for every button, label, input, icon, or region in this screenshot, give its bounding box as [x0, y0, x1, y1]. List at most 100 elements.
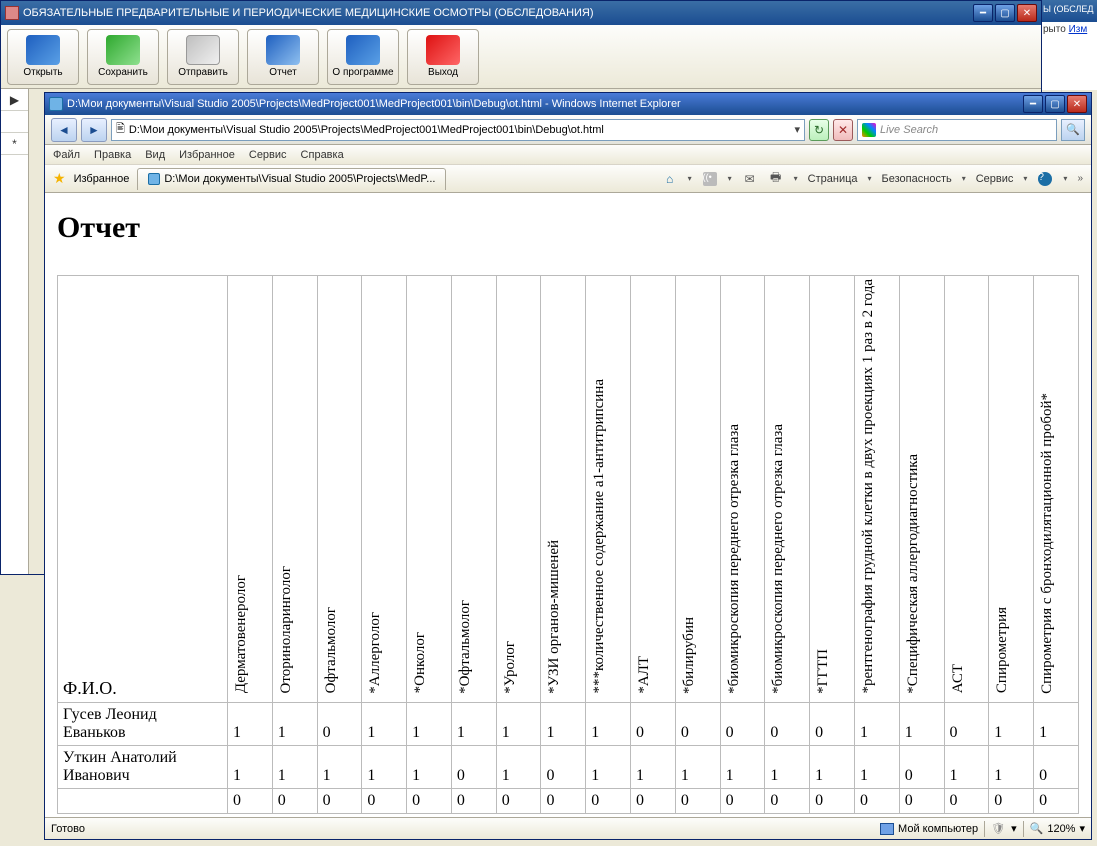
value-cell: 1: [989, 702, 1034, 745]
maximize-button[interactable]: ▢: [995, 4, 1015, 22]
live-search-icon: [862, 123, 876, 137]
column-header: *УЗИ органов-мишеней: [541, 276, 586, 703]
value-cell: 0: [675, 702, 720, 745]
value-cell: 1: [989, 745, 1034, 788]
column-header: *Офтальмолог: [451, 276, 496, 703]
rss-icon[interactable]: ((•: [702, 171, 718, 187]
column-header: *Уролог: [496, 276, 541, 703]
menu-tools[interactable]: Сервис: [249, 149, 287, 161]
forward-button[interactable]: ►: [81, 118, 107, 142]
back-button[interactable]: ◄: [51, 118, 77, 142]
address-bar[interactable]: 🖹 D:\Мои документы\Visual Studio 2005\Pr…: [111, 119, 805, 141]
value-cell: 0: [272, 788, 317, 813]
save-label: Сохранить: [98, 67, 148, 78]
status-ready: Готово: [51, 823, 85, 835]
address-dropdown-icon[interactable]: ▾: [794, 123, 800, 136]
value-cell: 0: [944, 788, 989, 813]
menu-view[interactable]: Вид: [145, 149, 165, 161]
value-cell: 1: [586, 702, 631, 745]
security-zone[interactable]: Мой компьютер: [880, 823, 978, 835]
value-cell: 1: [228, 702, 273, 745]
app-toolbar: Открыть Сохранить Отправить Отчет О прог…: [1, 25, 1041, 89]
search-input[interactable]: Live Search: [857, 119, 1057, 141]
help-icon[interactable]: ?: [1037, 171, 1053, 187]
row-marker[interactable]: [1, 111, 28, 133]
row-marker[interactable]: *: [1, 133, 28, 155]
value-cell: 1: [228, 745, 273, 788]
value-cell: 0: [541, 745, 586, 788]
value-cell: 0: [810, 702, 855, 745]
table-row: 0000000000000000000: [58, 788, 1079, 813]
search-go-button[interactable]: 🔍: [1061, 119, 1085, 141]
ie-maximize-button[interactable]: ▢: [1045, 95, 1065, 113]
tools-menu[interactable]: Сервис: [976, 173, 1014, 185]
value-cell: 0: [451, 788, 496, 813]
computer-icon: [880, 823, 894, 835]
stop-button[interactable]: ✕: [833, 119, 853, 141]
fio-cell: Уткин Анатолий Иванович: [58, 745, 228, 788]
home-icon[interactable]: ⌂: [662, 171, 678, 187]
open-button[interactable]: Открыть: [7, 29, 79, 85]
menu-help[interactable]: Справка: [301, 149, 344, 161]
column-header: Спирометрия с бронходилятационной пробой…: [1034, 276, 1079, 703]
about-button[interactable]: О программе: [327, 29, 399, 85]
favorites-star-icon[interactable]: ★: [53, 170, 66, 187]
refresh-button[interactable]: ↻: [809, 119, 829, 141]
search-placeholder: Live Search: [880, 124, 938, 136]
column-header: *Специфическая аллергодиагностика: [899, 276, 944, 703]
value-cell: 1: [854, 745, 899, 788]
minimize-button[interactable]: ━: [973, 4, 993, 22]
value-cell: 0: [720, 788, 765, 813]
value-cell: 0: [810, 788, 855, 813]
value-cell: 1: [317, 745, 362, 788]
overflow-chevron-icon[interactable]: »: [1077, 173, 1083, 184]
fio-header: Ф.И.О.: [58, 276, 228, 703]
app-titlebar: ОБЯЗАТЕЛЬНЫЕ ПРЕДВАРИТЕЛЬНЫЕ И ПЕРИОДИЧЕ…: [1, 1, 1041, 25]
menu-favorites[interactable]: Избранное: [179, 149, 235, 161]
ie-window: D:\Мои документы\Visual Studio 2005\Proj…: [44, 92, 1092, 840]
favorites-label[interactable]: Избранное: [74, 173, 130, 185]
bg-title: Ы (ОБСЛЕД: [1041, 0, 1097, 22]
value-cell: 1: [675, 745, 720, 788]
about-label: О программе: [332, 67, 393, 78]
exit-button[interactable]: Выход: [407, 29, 479, 85]
ie-navbar: ◄ ► 🖹 D:\Мои документы\Visual Studio 200…: [45, 115, 1091, 145]
zoom-value: 120%: [1047, 823, 1075, 835]
value-cell: 0: [362, 788, 407, 813]
menu-file[interactable]: Файл: [53, 149, 80, 161]
value-cell: 0: [1034, 745, 1079, 788]
about-icon: [346, 35, 380, 65]
value-cell: 0: [944, 702, 989, 745]
value-cell: 0: [317, 702, 362, 745]
column-header: АСТ: [944, 276, 989, 703]
safety-menu[interactable]: Безопасность: [882, 173, 952, 185]
bg-link[interactable]: Изм: [1069, 24, 1088, 35]
print-icon[interactable]: 🖶: [768, 171, 784, 187]
column-header: *рентгенография грудной клетки в двух пр…: [854, 276, 899, 703]
ie-minimize-button[interactable]: ━: [1023, 95, 1043, 113]
value-cell: 0: [451, 745, 496, 788]
read-mail-icon[interactable]: ✉: [742, 171, 758, 187]
value-cell: 0: [631, 702, 676, 745]
value-cell: 0: [899, 788, 944, 813]
send-button[interactable]: Отправить: [167, 29, 239, 85]
row-marker[interactable]: ▶: [1, 89, 28, 111]
value-cell: 1: [362, 745, 407, 788]
zoom-control[interactable]: 🔍 120% ▾: [1030, 822, 1085, 835]
page-menu[interactable]: Страница: [808, 173, 858, 185]
value-cell: 0: [765, 788, 810, 813]
ie-statusbar: Готово Мой компьютер 🛡▾ 🔍 120% ▾: [45, 817, 1091, 839]
ie-close-button[interactable]: ✕: [1067, 95, 1087, 113]
report-label: Отчет: [269, 67, 296, 78]
close-button[interactable]: ✕: [1017, 4, 1037, 22]
save-button[interactable]: Сохранить: [87, 29, 159, 85]
report-button[interactable]: Отчет: [247, 29, 319, 85]
ie-content-viewport[interactable]: Отчет Ф.И.О. ДерматовенерологОторинолари…: [45, 193, 1091, 817]
zone-label: Мой компьютер: [898, 823, 978, 835]
protected-mode-icon[interactable]: 🛡: [991, 822, 1005, 835]
save-icon: [106, 35, 140, 65]
menu-edit[interactable]: Правка: [94, 149, 131, 161]
browser-tab[interactable]: D:\Мои документы\Visual Studio 2005\Proj…: [137, 168, 446, 190]
value-cell: 1: [944, 745, 989, 788]
value-cell: 1: [631, 745, 676, 788]
